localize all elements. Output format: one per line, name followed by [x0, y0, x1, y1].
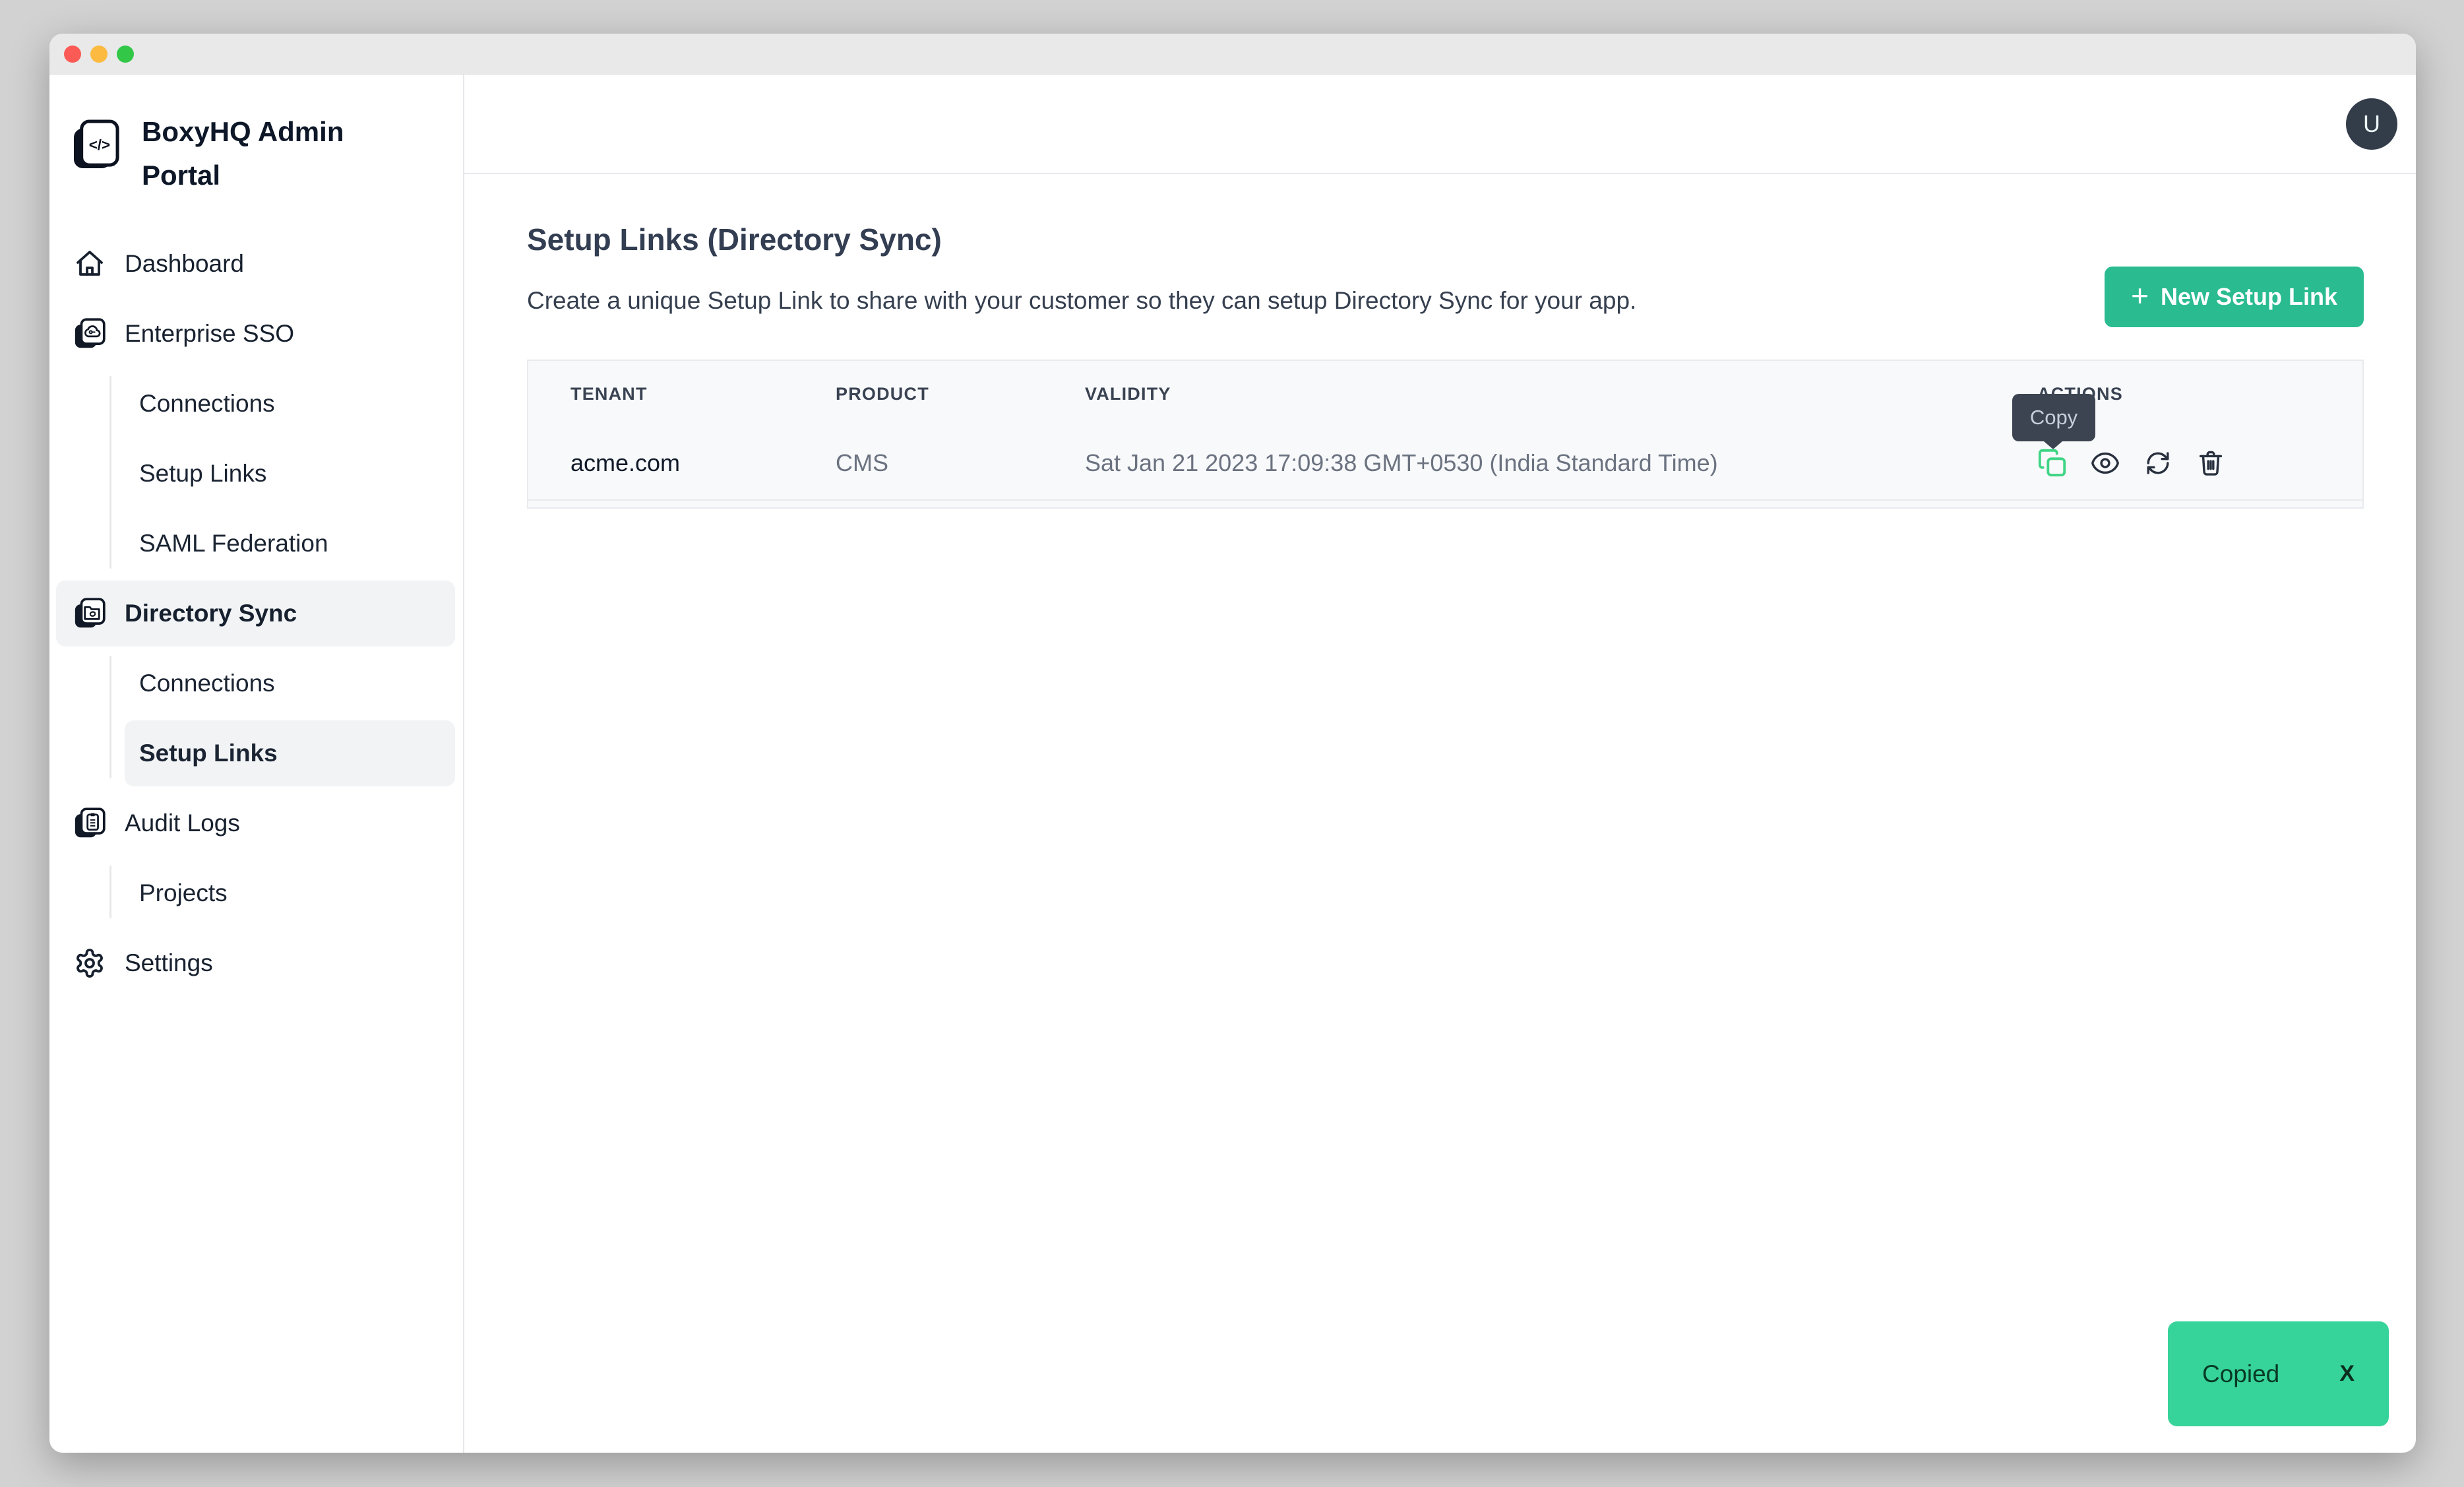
main-area: U Setup Links (Directory Sync) Create a … — [464, 75, 2416, 1453]
boxyhq-keycap-icon: </> — [73, 119, 119, 171]
enterprise-sso-icon — [74, 318, 106, 350]
sidebar-subitem-dsync-setup-links[interactable]: Setup Links — [125, 720, 455, 786]
eye-icon — [2090, 448, 2120, 478]
regenerate-link-button[interactable] — [2143, 448, 2173, 478]
sidebar-subitem-projects[interactable]: Projects — [125, 860, 455, 926]
delete-link-button[interactable] — [2196, 448, 2226, 478]
home-icon — [74, 248, 106, 280]
app-title: BoxyHQ Admin Portal — [142, 110, 344, 197]
copy-tooltip: Copy — [2012, 394, 2095, 441]
page-header: Setup Links (Directory Sync) Create a un… — [527, 221, 2364, 315]
sidebar-item-label: Audit Logs — [125, 809, 240, 837]
sidebar-subitem-saml-federation[interactable]: SAML Federation — [125, 511, 455, 577]
page-title: Setup Links (Directory Sync) — [527, 221, 2364, 258]
sidebar-item-settings[interactable]: Settings — [56, 930, 455, 996]
sidebar-item-directory-sync[interactable]: Directory Sync — [56, 581, 455, 647]
column-header-validity: VALIDITY — [1085, 384, 2037, 404]
audit-logs-icon — [74, 807, 106, 839]
app-logo[interactable]: </> BoxyHQ Admin Portal — [73, 110, 344, 197]
page-description: Create a unique Setup Link to share with… — [527, 286, 2364, 315]
sidebar-subitem-dsync-connections[interactable]: Connections — [125, 650, 455, 716]
view-link-button[interactable] — [2090, 448, 2120, 478]
setup-links-table: TENANT PRODUCT VALIDITY ACTIONS acme.com… — [527, 360, 2364, 509]
column-header-tenant: TENANT — [570, 384, 836, 404]
desktop-background: </> BoxyHQ Admin Portal Dashboard — [0, 0, 2464, 1487]
column-header-product: PRODUCT — [836, 384, 1085, 404]
app-window: </> BoxyHQ Admin Portal Dashboard — [49, 34, 2416, 1453]
sidebar-item-label: Enterprise SSO — [125, 320, 294, 348]
new-setup-link-label: New Setup Link — [2161, 283, 2337, 311]
refresh-icon — [2143, 448, 2173, 478]
sidebar: </> BoxyHQ Admin Portal Dashboard — [49, 75, 464, 1453]
window-titlebar — [49, 34, 2416, 75]
directory-sync-subnav: Connections Setup Links — [49, 650, 463, 786]
minimize-window-button[interactable] — [90, 46, 108, 63]
user-avatar[interactable]: U — [2346, 98, 2397, 150]
sidebar-subitem-sso-connections[interactable]: Connections — [125, 371, 455, 437]
sidebar-item-audit-logs[interactable]: Audit Logs — [56, 790, 455, 856]
row-actions — [2037, 448, 2320, 478]
sidebar-item-enterprise-sso[interactable]: Enterprise SSO — [56, 301, 455, 367]
sidebar-nav: Dashboard Enterprise SSO — [49, 231, 463, 1000]
new-setup-link-button[interactable]: + New Setup Link — [2105, 267, 2364, 327]
content-area: Setup Links (Directory Sync) Create a un… — [464, 174, 2416, 1453]
app-body: </> BoxyHQ Admin Portal Dashboard — [49, 75, 2416, 1453]
product-cell: CMS — [836, 449, 1085, 477]
copy-tooltip-label: Copy — [2030, 406, 2078, 429]
audit-logs-subnav: Projects — [49, 860, 463, 926]
sidebar-item-label: Settings — [125, 949, 213, 977]
maximize-window-button[interactable] — [117, 46, 134, 63]
validity-cell: Sat Jan 21 2023 17:09:38 GMT+0530 (India… — [1085, 449, 2037, 477]
sidebar-item-label: Directory Sync — [125, 600, 297, 627]
copied-toast: Copied X — [2168, 1321, 2389, 1426]
copy-icon — [2037, 448, 2068, 478]
copy-link-button[interactable] — [2037, 448, 2068, 478]
sidebar-item-label: Dashboard — [125, 250, 244, 278]
topbar: U — [464, 75, 2416, 174]
directory-sync-icon — [74, 598, 106, 629]
enterprise-sso-subnav: Connections Setup Links SAML Federation — [49, 371, 463, 577]
settings-gear-icon — [74, 947, 106, 979]
trash-icon — [2196, 448, 2226, 478]
toast-message: Copied — [2202, 1360, 2279, 1388]
logo-glyph: </> — [89, 137, 110, 153]
sidebar-subitem-sso-setup-links[interactable]: Setup Links — [125, 441, 455, 507]
sidebar-item-dashboard[interactable]: Dashboard — [56, 231, 455, 297]
tenant-cell: acme.com — [570, 449, 836, 477]
toast-close-button[interactable]: X — [2339, 1361, 2355, 1387]
close-window-button[interactable] — [64, 46, 81, 63]
